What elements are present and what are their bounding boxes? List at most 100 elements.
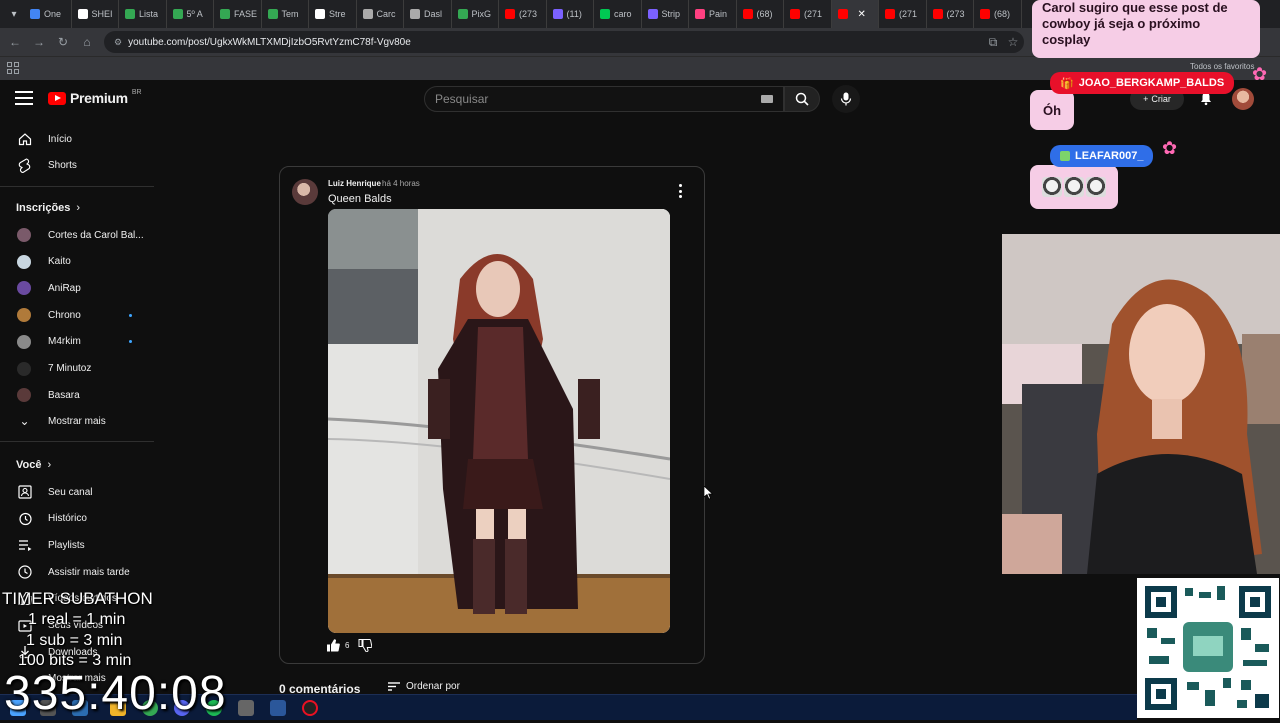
sidebar-item-subscription[interactable]: Cortes da Carol Bal... bbox=[0, 222, 154, 248]
post-author-avatar[interactable] bbox=[292, 179, 318, 205]
tab-label: Pain bbox=[709, 9, 728, 19]
you-title: Você bbox=[16, 459, 42, 471]
tab-favicon-icon bbox=[742, 9, 753, 19]
address-bar[interactable]: ⚙ youtube.com/post/UgkxWkMLTXMDjIzbO5Rvt… bbox=[104, 31, 1024, 53]
browser-tab[interactable]: SHEI bbox=[72, 0, 119, 28]
browser-tab[interactable]: Lista bbox=[119, 0, 167, 28]
sidebar-item-subscription[interactable]: Basara bbox=[0, 382, 154, 408]
youtube-premium-logo[interactable]: Premium BR bbox=[48, 89, 142, 106]
tab-favicon-icon bbox=[125, 9, 135, 19]
sidebar-item-label: Chrono bbox=[48, 309, 81, 321]
logo-text: Premium bbox=[70, 90, 128, 106]
sidebar-item-history[interactable]: Histórico bbox=[0, 506, 154, 532]
tab-search-icon[interactable]: ▾ bbox=[4, 4, 24, 24]
site-info-icon[interactable]: ⚙ bbox=[114, 37, 122, 48]
username: LEAFAR007_ bbox=[1075, 150, 1144, 162]
browser-tab[interactable]: Tem bbox=[262, 0, 309, 28]
tab-label: Carc bbox=[376, 9, 396, 19]
tab-label: FASE bbox=[234, 9, 258, 19]
tab-favicon-icon bbox=[267, 9, 278, 19]
dislike-button[interactable] bbox=[358, 639, 373, 657]
all-bookmarks-label[interactable]: Todos os favoritos bbox=[1190, 62, 1254, 71]
flower-icon: ✿ bbox=[1162, 138, 1178, 158]
shorts-icon bbox=[17, 157, 32, 173]
sidebar-item-subscription[interactable]: M4rkim bbox=[0, 329, 154, 355]
sidebar-item-watch-later[interactable]: Assistir mais tarde bbox=[0, 559, 154, 585]
tab-label: Strip bbox=[661, 9, 681, 19]
keyboard-icon[interactable] bbox=[761, 95, 773, 103]
obs-icon[interactable] bbox=[302, 700, 318, 716]
post-image[interactable] bbox=[328, 209, 670, 633]
tab-favicon-icon bbox=[980, 9, 990, 19]
sidebar-item-shorts[interactable]: Shorts bbox=[0, 152, 154, 178]
close-tab-icon[interactable]: ✕ bbox=[858, 9, 866, 20]
badge-icon bbox=[1060, 151, 1070, 161]
browser-tab[interactable]: (68) bbox=[974, 0, 1022, 28]
like-button[interactable]: 6 bbox=[326, 639, 349, 652]
tab-favicon-icon bbox=[172, 9, 183, 19]
sidebar-item-playlists[interactable]: Playlists bbox=[0, 532, 154, 558]
browser-tab[interactable]: 5º A bbox=[167, 0, 214, 28]
sidebar-item-subscription[interactable]: Chrono bbox=[0, 302, 154, 328]
tab-favicon-icon bbox=[77, 9, 88, 19]
account-avatar[interactable] bbox=[1232, 88, 1254, 110]
apps-grid-icon[interactable] bbox=[7, 62, 19, 74]
tab-label: SHEI bbox=[91, 9, 113, 19]
forward-icon[interactable]: → bbox=[30, 33, 48, 51]
sidebar-item-channel[interactable]: Seu canal bbox=[0, 479, 154, 505]
show-more-subscriptions[interactable]: ⌄ Mostrar mais bbox=[0, 408, 154, 434]
browser-tab[interactable]: Carc bbox=[357, 0, 404, 28]
reload-icon[interactable]: ↻ bbox=[54, 33, 72, 51]
browser-tab[interactable]: (271 bbox=[879, 0, 927, 28]
browser-tab[interactable]: Pain bbox=[689, 0, 737, 28]
browser-tab[interactable]: (273 bbox=[927, 0, 974, 28]
tab-favicon-icon bbox=[410, 9, 420, 19]
browser-tab[interactable]: One bbox=[24, 0, 72, 28]
browser-tab[interactable]: PixG bbox=[452, 0, 499, 28]
tab-label: One bbox=[44, 9, 62, 19]
youtube-play-icon bbox=[48, 91, 66, 105]
qr-code[interactable] bbox=[1137, 578, 1279, 718]
browser-tab[interactable]: (68) bbox=[737, 0, 784, 28]
sidebar-item-subscription[interactable]: Kaito bbox=[0, 249, 154, 275]
browser-tab[interactable]: Strip bbox=[642, 0, 689, 28]
search-button[interactable] bbox=[784, 86, 820, 112]
post-author[interactable]: Luiz Henrique bbox=[328, 179, 381, 188]
browser-tab[interactable]: Stre bbox=[309, 0, 357, 28]
word-icon[interactable] bbox=[270, 700, 286, 716]
sort-comments-button[interactable]: Ordenar por bbox=[388, 681, 460, 692]
browser-tab[interactable]: FASE bbox=[214, 0, 262, 28]
install-app-icon[interactable]: ⧉ bbox=[984, 33, 1002, 51]
chat-username-1: 🎁 JOAO_BERGKAMP_BALDS bbox=[1050, 72, 1235, 94]
post-options-icon[interactable] bbox=[676, 184, 684, 198]
post-time[interactable]: há 4 horas bbox=[382, 179, 420, 188]
app-icon[interactable] bbox=[238, 700, 254, 716]
browser-tab[interactable]: caro bbox=[594, 0, 642, 28]
home-button-icon[interactable]: ⌂ bbox=[78, 33, 96, 51]
subscriptions-heading[interactable]: Inscrições › bbox=[16, 202, 80, 214]
tab-label: Stre bbox=[329, 9, 346, 19]
channel-icon bbox=[17, 485, 32, 500]
plus-icon: + bbox=[1143, 94, 1149, 104]
browser-tab[interactable]: Dasl bbox=[404, 0, 452, 28]
sidebar-item-home[interactable]: Início bbox=[0, 126, 154, 152]
tab-favicon-icon bbox=[315, 9, 325, 19]
channel-avatar bbox=[17, 281, 31, 296]
sidebar-item-label: Início bbox=[48, 133, 72, 145]
bookmark-star-icon[interactable]: ☆ bbox=[1004, 33, 1022, 51]
back-icon[interactable]: ← bbox=[6, 33, 24, 51]
channel-avatar bbox=[17, 334, 31, 349]
browser-tab[interactable]: (273 bbox=[499, 0, 547, 28]
sidebar-item-subscription[interactable]: 7 Minutoz bbox=[0, 356, 154, 382]
sidebar-item-subscription[interactable]: AniRap bbox=[0, 275, 154, 301]
browser-tab[interactable]: (271 bbox=[784, 0, 832, 28]
chat-message-1: Carol sugiro que esse post de cowboy já … bbox=[1032, 0, 1260, 58]
browser-tab[interactable]: ✕ bbox=[831, 0, 879, 28]
voice-search-button[interactable] bbox=[832, 85, 860, 113]
tab-label: (11) bbox=[566, 9, 582, 19]
browser-tab[interactable]: (11) bbox=[547, 0, 594, 28]
sidebar-item-label: Playlists bbox=[48, 539, 85, 551]
you-heading[interactable]: Você › bbox=[16, 459, 51, 471]
menu-icon[interactable] bbox=[15, 91, 33, 105]
search-input[interactable]: Pesquisar bbox=[424, 86, 784, 112]
